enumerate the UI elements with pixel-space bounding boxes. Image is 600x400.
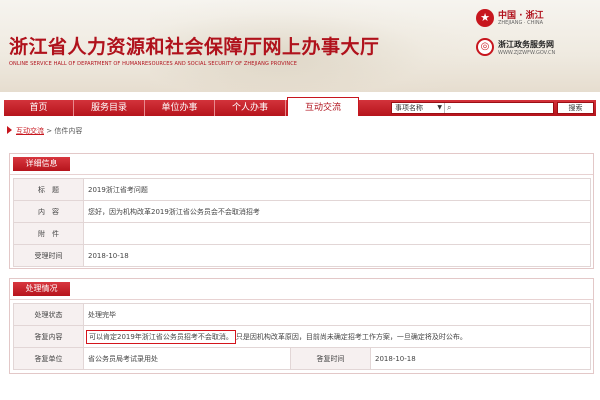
handling-panel-title: 处理情况 [13,282,70,296]
detail-panel: 详细信息 标 题 2019浙江省考问题 内 容 您好，因为机构改革2019浙江省… [9,153,594,269]
detail-panel-header: 详细信息 [10,154,593,175]
reply-content: 可以肯定2019年浙江省公务员招考不会取消。 只是因机构改革原因，目前尚未确定招考… [82,325,592,348]
brand-b-sub: WWW.ZJZWFW.GOV.CN [498,50,556,56]
handling-panel: 处理情况 处理状态 处理完毕 答复内容 可以肯定2019年浙江省公务员招考不会取… [9,278,594,374]
title-label: 标 题 [13,178,84,201]
breadcrumb: 互动交流 > 信件内容 [4,124,596,138]
breadcrumb-current: 信件内容 [54,127,83,135]
site-title: 浙江省人力资源和社会保障厅网上办事大厅 [9,36,380,58]
reply-unit-label: 答复单位 [13,347,84,370]
handling-panel-header: 处理情况 [10,279,593,300]
reply-time-value: 2018-10-18 [369,347,592,370]
reply-time-label: 答复时间 [290,347,371,370]
search-icon: ⌕ [447,103,452,112]
main-nav: 首页 服务目录 单位办事 个人办事 互动交流 事项名称 ▼ ⌕ 搜索 [4,97,596,116]
nav-home[interactable]: 首页 [4,100,74,116]
chevron-down-icon: ▼ [437,104,442,111]
emblem-icon: ★ [476,9,494,27]
status-value: 处理完毕 [82,303,592,326]
breadcrumb-link-interaction[interactable]: 互动交流 [16,127,44,135]
arrow-right-icon [7,126,12,134]
status-label: 处理状态 [13,303,84,326]
table-row: 处理状态 处理完毕 [13,303,592,326]
search-category-label: 事项名称 [395,104,423,112]
nav-service-catalog[interactable]: 服务目录 [74,100,145,116]
nav-personal-affairs[interactable]: 个人办事 [215,100,286,116]
title-value: 2019浙江省考问题 [83,178,591,201]
site-subtitle: ONLINE SERVICE HALL OF DEPARTMENT OF HUM… [9,61,298,67]
table-row: 答复单位 省公务员局考试录用处 答复时间 2018-10-18 [13,347,592,370]
attachment-value [83,222,591,245]
accepted-time-value: 2018-10-18 [83,244,591,267]
zjzwfw-logo-icon: ◎ [476,38,494,56]
detail-panel-title: 详细信息 [13,157,70,171]
search-category-select[interactable]: 事项名称 ▼ [393,103,445,113]
table-row: 答复内容 可以肯定2019年浙江省公务员招考不会取消。 只是因机构改革原因，目前尚… [13,325,592,348]
brand-b-name: 浙江政务服务网 [498,40,554,49]
breadcrumb-separator: > [46,127,53,135]
nav-interaction[interactable]: 互动交流 [287,97,359,116]
reply-highlight: 可以肯定2019年浙江省公务员招考不会取消。 [86,329,236,344]
accepted-time-label: 受理时间 [13,244,84,267]
table-row: 标 题 2019浙江省考问题 [13,178,591,201]
table-row: 受理时间 2018-10-18 [13,244,591,267]
reply-unit-value: 省公务员局考试录用处 [83,347,291,370]
detail-table: 标 题 2019浙江省考问题 内 容 您好，因为机构改革2019浙江省公务员会不… [13,178,591,267]
nav-unit-affairs[interactable]: 单位办事 [145,100,215,116]
table-row: 内 容 您好，因为机构改革2019浙江省公务员会不会取消招考 [13,200,591,223]
attachment-label: 附 件 [13,222,84,245]
search-button[interactable]: 搜索 [557,102,594,114]
site-header: 浙江省人力资源和社会保障厅网上办事大厅 ONLINE SERVICE HALL … [0,0,600,92]
reply-label: 答复内容 [13,325,84,348]
brand-zjzwfw[interactable]: ◎ 浙江政务服务网 WWW.ZJZWFW.GOV.CN [476,37,596,63]
reply-rest: 只是因机构改革原因，目前尚未确定招考工作方案，一旦确定将及时公布。 [235,332,467,341]
handling-table: 处理状态 处理完毕 答复内容 可以肯定2019年浙江省公务员招考不会取消。 只是因… [13,303,592,370]
table-row: 附 件 [13,222,591,245]
search-input[interactable] [456,103,552,113]
brand-china-zhejiang[interactable]: ★ 中国 · 浙江 ZHEJIANG · CHINA [476,8,596,34]
brand-a-sub: ZHEJIANG · CHINA [498,20,543,26]
content-label: 内 容 [13,200,84,223]
search-box: 事项名称 ▼ ⌕ [391,102,554,114]
content-value: 您好，因为机构改革2019浙江省公务员会不会取消招考 [83,200,591,223]
